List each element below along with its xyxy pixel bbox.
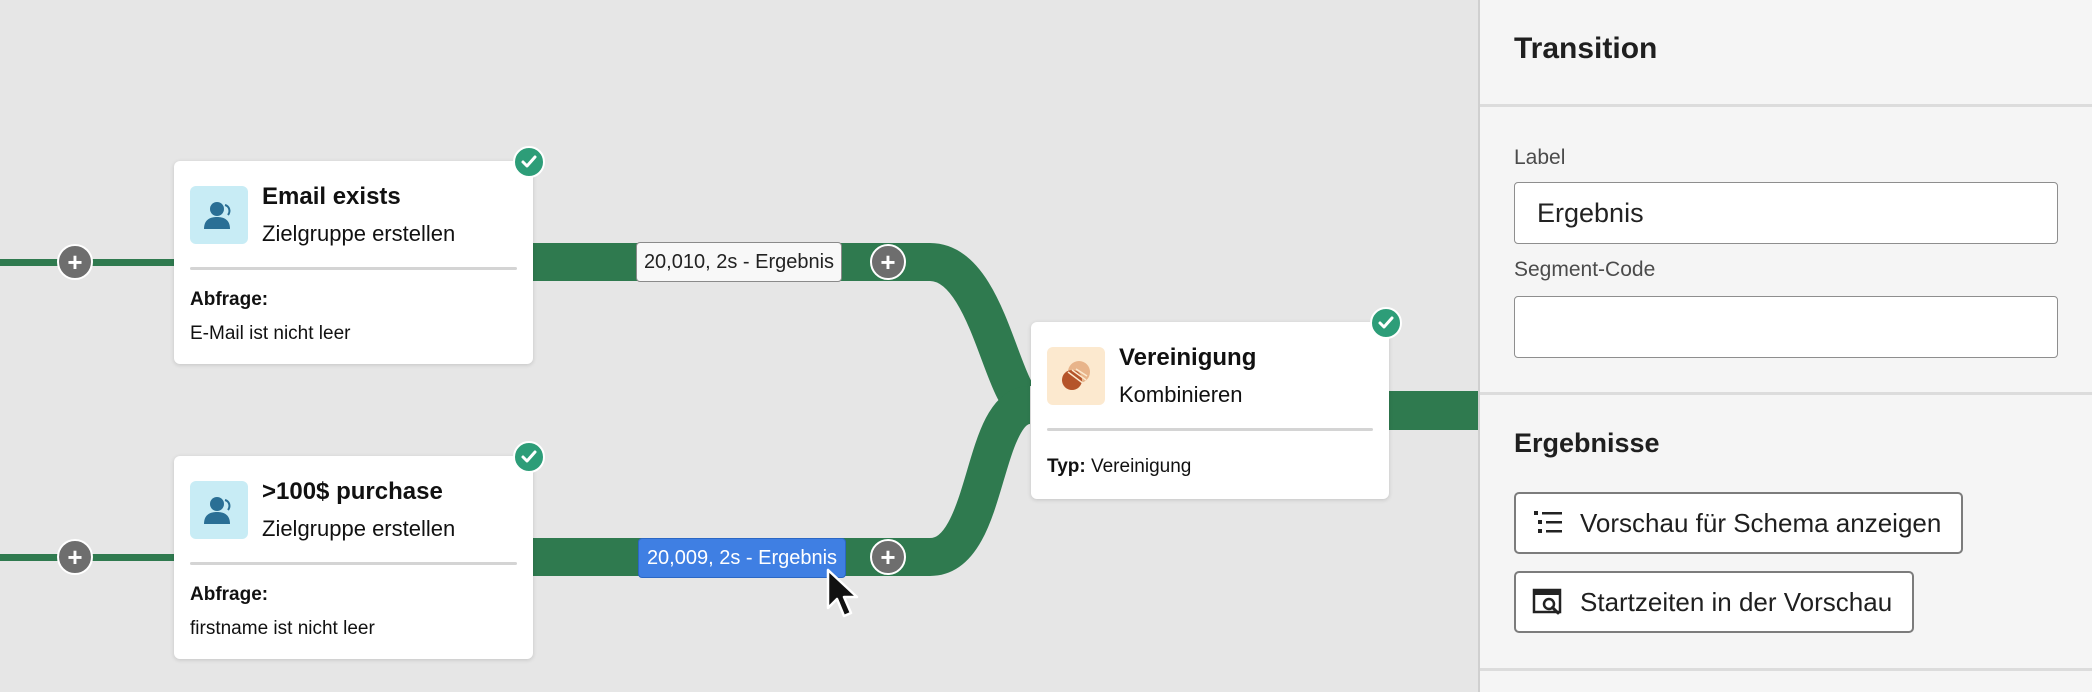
preview-schema-button[interactable]: Vorschau für Schema anzeigen bbox=[1514, 492, 1964, 554]
preview-start-times-button[interactable]: Startzeiten in der Vorschau bbox=[1514, 571, 1915, 633]
segment-code-label: Segment-Code bbox=[1514, 258, 1656, 281]
type-label: Typ: bbox=[1047, 456, 1086, 477]
label-field-label: Label bbox=[1514, 146, 1566, 169]
panel-divider bbox=[1480, 668, 2092, 671]
query-value: firstname ist nicht leer bbox=[190, 618, 375, 639]
check-icon bbox=[513, 441, 545, 473]
properties-panel: Transition Label Ergebnis Segment-Code E… bbox=[1478, 0, 2092, 692]
add-activity-button[interactable]: + bbox=[870, 539, 906, 575]
panel-divider bbox=[1480, 392, 2092, 395]
activity-node-email-exists[interactable]: Email exists Zielgruppe erstellen Abfrag… bbox=[174, 161, 533, 364]
audience-icon bbox=[190, 481, 248, 539]
add-activity-button[interactable]: + bbox=[57, 539, 93, 575]
union-type: Typ: Vereinigung bbox=[1047, 456, 1191, 478]
add-activity-button[interactable]: + bbox=[57, 244, 93, 280]
node-subtitle: Kombinieren bbox=[1119, 382, 1243, 407]
workflow-canvas[interactable]: + + + + Email exists Zielgruppe erstelle… bbox=[0, 0, 1478, 692]
node-title: >100$ purchase bbox=[262, 478, 443, 505]
segment-code-input[interactable] bbox=[1514, 296, 2058, 358]
query-label: Abfrage: bbox=[190, 584, 269, 605]
check-icon bbox=[1370, 307, 1402, 339]
results-section-title: Ergebnisse bbox=[1514, 428, 1660, 458]
audience-icon bbox=[190, 186, 248, 244]
check-icon bbox=[513, 146, 545, 178]
schema-list-icon bbox=[1530, 505, 1566, 541]
node-divider bbox=[190, 562, 517, 565]
activity-node-purchase[interactable]: >100$ purchase Zielgruppe erstellen Abfr… bbox=[174, 456, 533, 659]
type-value: Vereinigung bbox=[1090, 456, 1192, 477]
mouse-cursor-icon bbox=[826, 568, 859, 618]
preview-schema-label: Vorschau für Schema anzeigen bbox=[1580, 507, 1942, 538]
transition-label[interactable]: 20,010, 2s - Ergebnis bbox=[636, 242, 842, 282]
add-activity-button[interactable]: + bbox=[870, 244, 906, 280]
union-icon bbox=[1047, 347, 1105, 405]
node-divider bbox=[1047, 428, 1373, 431]
node-subtitle: Zielgruppe erstellen bbox=[262, 516, 456, 541]
query-label: Abfrage: bbox=[190, 289, 269, 310]
node-divider bbox=[190, 267, 517, 270]
preview-start-times-label: Startzeiten in der Vorschau bbox=[1580, 586, 1893, 617]
node-title: Vereinigung bbox=[1119, 344, 1257, 371]
node-subtitle: Zielgruppe erstellen bbox=[262, 221, 456, 246]
preview-search-icon bbox=[1530, 584, 1566, 620]
transition-path-bottom bbox=[532, 386, 1034, 576]
panel-title: Transition bbox=[1514, 32, 1658, 65]
transition-path-top bbox=[532, 243, 1038, 424]
outgoing-transition bbox=[1388, 391, 1478, 430]
transition-label-selected[interactable]: 20,009, 2s - Ergebnis bbox=[638, 538, 846, 578]
panel-divider bbox=[1480, 104, 2092, 107]
label-input[interactable]: Ergebnis bbox=[1514, 182, 2058, 244]
activity-node-union[interactable]: Vereinigung Kombinieren Typ: Vereinigung bbox=[1031, 322, 1389, 499]
query-value: E-Mail ist nicht leer bbox=[190, 323, 351, 344]
node-title: Email exists bbox=[262, 183, 401, 210]
